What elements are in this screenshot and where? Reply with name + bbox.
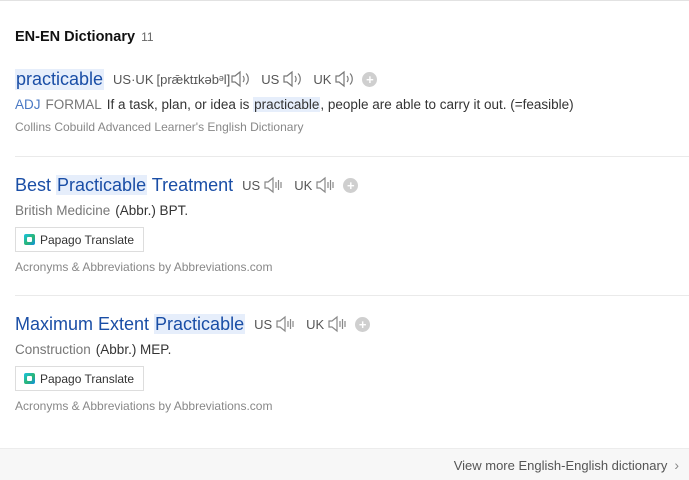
category-label: British Medicine — [15, 203, 111, 218]
headword-part: Best — [15, 174, 57, 195]
speaker-icon[interactable] — [230, 70, 252, 88]
result-count: 11 — [141, 30, 154, 44]
part-of-speech: ADJ — [15, 97, 41, 112]
headword[interactable]: practicable — [15, 68, 105, 90]
pronunciation-uk: UK — [313, 70, 356, 88]
register-label: FORMAL — [45, 97, 102, 112]
footer-bar: View more English-English dictionary › — [0, 448, 689, 480]
papago-icon — [24, 373, 35, 384]
add-wordbook-icon[interactable]: + — [362, 71, 378, 87]
speaker-icon[interactable] — [275, 315, 297, 333]
us-label: US — [254, 316, 273, 332]
speaker-icon[interactable] — [334, 70, 356, 88]
speaker-icon[interactable] — [315, 176, 337, 194]
definition-text: , people are able to carry it out. (=fea… — [320, 97, 574, 112]
pronunciation-us: US — [261, 70, 304, 88]
uk-label: UK — [294, 177, 313, 193]
uk-label: UK — [313, 71, 332, 87]
definition-highlight: practicable — [253, 97, 321, 112]
pronunciation-uk: UK — [306, 315, 349, 333]
entry-maximum-extent-practicable: Maximum Extent Practicable US UK + Const… — [15, 312, 689, 413]
papago-icon — [24, 234, 35, 245]
divider — [15, 295, 689, 296]
top-border — [0, 0, 689, 1]
source-label: Acronyms & Abbreviations by Abbreviation… — [15, 399, 273, 413]
entry-practicable: practicable US·UK [prǣktɪkəbᵊl] US UK + … — [15, 67, 689, 134]
source-label: Acronyms & Abbreviations by Abbreviation… — [15, 260, 273, 274]
headword[interactable]: Maximum Extent Practicable — [15, 313, 246, 335]
pronunciation-us: US — [242, 176, 285, 194]
abbreviation: (Abbr.) MEP. — [95, 342, 172, 357]
definition: Construction (Abbr.) MEP. — [15, 342, 689, 357]
pronunciation-us: US — [254, 315, 297, 333]
headword-highlight: Practicable — [56, 174, 148, 195]
view-more-link[interactable]: View more English-English dictionary › — [454, 457, 679, 473]
chevron-right-icon: › — [674, 457, 679, 473]
headword-part: Treatment — [147, 174, 234, 195]
papago-translate-button[interactable]: Papago Translate — [15, 227, 145, 252]
abbreviation: (Abbr.) BPT. — [115, 203, 189, 218]
source-label: Collins Cobuild Advanced Learner's Engli… — [15, 120, 304, 134]
pronunciation-us-uk: US·UK [prǣktɪkəbᵊl] — [113, 70, 252, 88]
speaker-icon[interactable] — [282, 70, 304, 88]
definition: British Medicine (Abbr.) BPT. — [15, 203, 689, 218]
category-label: Construction — [15, 342, 91, 357]
entry-best-practicable-treatment: Best Practicable Treatment US UK + Briti… — [15, 173, 689, 274]
pronunciation-uk: UK — [294, 176, 337, 194]
definition: ADJ FORMAL If a task, plan, or idea is pra… — [15, 97, 689, 112]
headword-part: Maximum Extent — [15, 313, 155, 334]
definition-text: If a task, plan, or idea is — [106, 97, 254, 112]
us-label: US — [261, 71, 280, 87]
speaker-icon[interactable] — [263, 176, 285, 194]
uk-label: UK — [306, 316, 325, 332]
papago-label: Papago Translate — [40, 232, 135, 247]
add-wordbook-icon[interactable]: + — [343, 177, 359, 193]
view-more-label: View more English-English dictionary — [453, 457, 668, 473]
headword[interactable]: Best Practicable Treatment — [15, 174, 234, 196]
headword-highlight: Practicable — [154, 313, 246, 334]
section-title: EN-EN Dictionary — [15, 29, 136, 45]
us-label: US — [242, 177, 261, 193]
papago-label: Papago Translate — [40, 371, 135, 386]
speaker-icon[interactable] — [327, 315, 349, 333]
section-header: EN-EN Dictionary 11 — [15, 29, 154, 45]
pron-label: US·UK — [113, 71, 154, 87]
papago-translate-button[interactable]: Papago Translate — [15, 366, 145, 391]
add-wordbook-icon[interactable]: + — [355, 316, 371, 332]
phonetic: [prǣktɪkəbᵊl] — [156, 71, 231, 87]
divider — [15, 156, 689, 157]
